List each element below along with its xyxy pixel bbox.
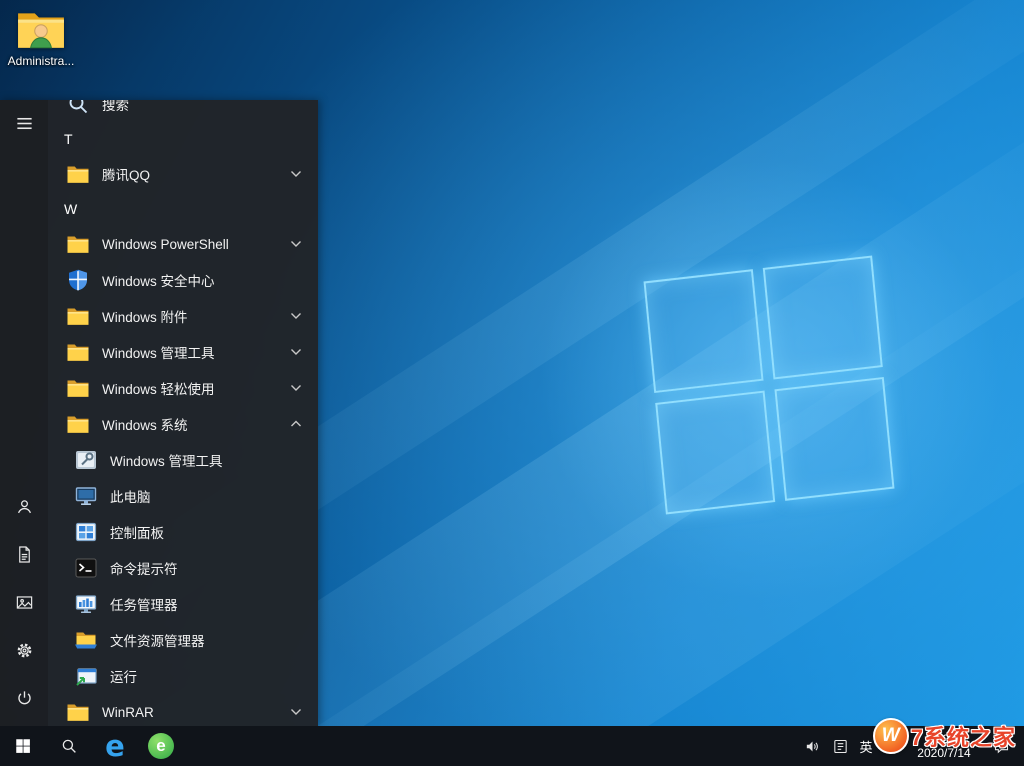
- taskbar-search-button[interactable]: [46, 726, 92, 766]
- start-rail-power-button[interactable]: [0, 674, 48, 722]
- folder-icon: [66, 340, 90, 364]
- start-menu-item-windows-admin-tools-group[interactable]: Windows 管理工具: [48, 334, 318, 370]
- user-icon: [15, 497, 34, 516]
- watermark-logo-icon: W: [873, 718, 909, 754]
- chevron-down-icon[interactable]: [290, 240, 302, 248]
- taskbar: e e 英 1:08 2020/7/14: [0, 726, 1024, 766]
- user-folder-icon: [4, 8, 78, 52]
- folder-icon: [66, 162, 90, 186]
- chevron-down-icon[interactable]: [290, 312, 302, 320]
- windows-start-icon: [14, 737, 32, 755]
- folder-icon: [66, 376, 90, 400]
- start-menu-item-task-manager[interactable]: 任务管理器: [48, 586, 318, 622]
- start-button[interactable]: [0, 726, 46, 766]
- win7-zhijia-watermark: W 7系统之家: [873, 718, 1016, 754]
- start-menu-rail: [0, 100, 48, 726]
- start-menu-item-search-app[interactable]: 搜索: [48, 100, 318, 122]
- ime-badge-icon[interactable]: [826, 726, 854, 766]
- windows-desktop: Administra... 搜索T腾讯QQWWindows PowerShell…: [0, 0, 1024, 766]
- file-explorer-icon: [74, 628, 98, 652]
- hamburger-icon: [15, 114, 34, 133]
- volume-icon[interactable]: [798, 726, 826, 766]
- start-menu: 搜索T腾讯QQWWindows PowerShellWindows 安全中心Wi…: [0, 100, 318, 726]
- edge-browser-button[interactable]: e: [92, 726, 138, 766]
- document-icon: [15, 545, 34, 564]
- edge-icon: e: [105, 732, 125, 760]
- command-prompt-icon: [74, 556, 98, 580]
- start-menu-app-list: 搜索T腾讯QQWWindows PowerShellWindows 安全中心Wi…: [48, 100, 318, 726]
- chevron-down-icon[interactable]: [290, 384, 302, 392]
- run-icon: [74, 664, 98, 688]
- start-menu-section-t[interactable]: T: [48, 122, 318, 156]
- start-rail-settings-button[interactable]: [0, 626, 48, 674]
- green-browser-button[interactable]: e: [138, 726, 184, 766]
- start-rail-menu-button[interactable]: [0, 100, 48, 146]
- start-menu-item-windows-accessories[interactable]: Windows 附件: [48, 298, 318, 334]
- folder-icon: [66, 700, 90, 724]
- green-browser-icon: e: [148, 733, 174, 759]
- desktop-icon-administrator[interactable]: Administra...: [4, 8, 78, 68]
- desktop-icon-label: Administra...: [4, 54, 78, 68]
- start-menu-item-this-pc[interactable]: 此电脑: [48, 478, 318, 514]
- chevron-down-icon[interactable]: [290, 348, 302, 356]
- chevron-down-icon[interactable]: [290, 170, 302, 178]
- shield-icon: [66, 268, 90, 292]
- watermark-text: 7系统之家: [911, 720, 1016, 752]
- start-menu-item-windows-powershell[interactable]: Windows PowerShell: [48, 226, 318, 262]
- start-menu-item-winrar[interactable]: WinRAR: [48, 694, 318, 726]
- start-menu-item-control-panel[interactable]: 控制面板: [48, 514, 318, 550]
- folder-icon: [66, 232, 90, 256]
- start-menu-item-windows-system[interactable]: Windows 系统: [48, 406, 318, 442]
- search-icon: [66, 100, 90, 116]
- start-rail-pictures-button[interactable]: [0, 578, 48, 626]
- control-panel-icon: [74, 520, 98, 544]
- start-rail-documents-button[interactable]: [0, 530, 48, 578]
- start-rail-user-account-button[interactable]: [0, 482, 48, 530]
- pictures-icon: [15, 593, 34, 612]
- admin-tools-icon: [74, 448, 98, 472]
- start-menu-item-file-explorer[interactable]: 文件资源管理器: [48, 622, 318, 658]
- start-menu-item-run[interactable]: 运行: [48, 658, 318, 694]
- folder-icon: [66, 304, 90, 328]
- start-menu-item-command-prompt[interactable]: 命令提示符: [48, 550, 318, 586]
- task-manager-icon: [74, 592, 98, 616]
- start-menu-item-windows-ease-of-access[interactable]: Windows 轻松使用: [48, 370, 318, 406]
- chevron-down-icon[interactable]: [290, 708, 302, 716]
- start-menu-item-admin-tools[interactable]: Windows 管理工具: [48, 442, 318, 478]
- start-menu-section-w[interactable]: W: [48, 192, 318, 226]
- start-menu-item-tencent-qq[interactable]: 腾讯QQ: [48, 156, 318, 192]
- gear-icon: [15, 641, 34, 660]
- search-icon: [60, 737, 78, 755]
- this-pc-icon: [74, 484, 98, 508]
- power-icon: [15, 689, 34, 708]
- chevron-up-icon[interactable]: [290, 420, 302, 428]
- start-menu-item-windows-security-center[interactable]: Windows 安全中心: [48, 262, 318, 298]
- folder-icon: [66, 412, 90, 436]
